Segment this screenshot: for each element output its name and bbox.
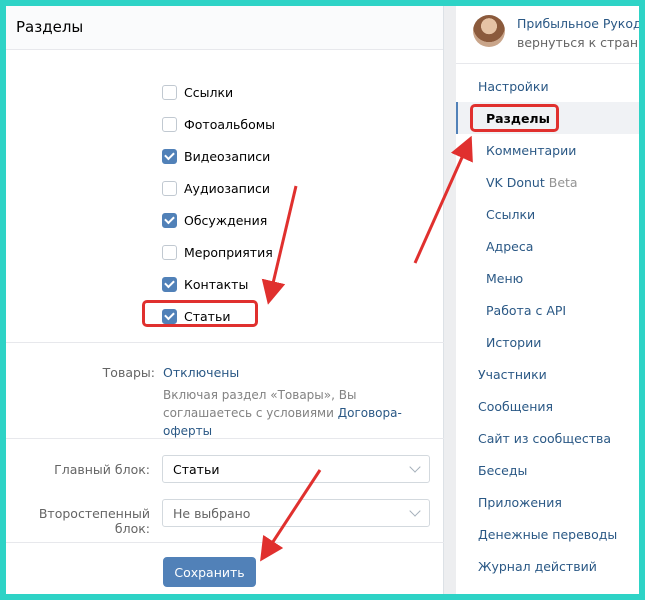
checkbox-label: Мероприятия <box>184 244 273 260</box>
main-block-select[interactable]: Статьи <box>162 455 430 483</box>
sidebar-item-label: Адреса <box>486 238 534 254</box>
section-checkbox-list: Ссылки Фотоальбомы Видеозаписи Аудиозапи… <box>162 76 275 332</box>
checkbox-box[interactable] <box>162 148 177 164</box>
checkbox-box[interactable] <box>162 212 177 228</box>
sections-panel: Разделы Ссылки Фотоальбомы Видеозаписи А… <box>6 6 444 594</box>
community-profile[interactable]: Прибыльное Рукоделие вернуться к страниц… <box>456 6 639 64</box>
goods-status-link[interactable]: Отключены <box>163 365 239 380</box>
avatar[interactable] <box>473 15 505 47</box>
checkbox-label: Видеозаписи <box>184 148 271 164</box>
divider <box>6 438 444 439</box>
goods-label: Товары: <box>102 365 155 380</box>
sidebar-item-label: Сообщения <box>478 398 554 414</box>
checkbox-box[interactable] <box>162 180 177 196</box>
sidebar-item[interactable]: Беседы <box>456 454 639 486</box>
checkbox-discussions[interactable]: Обсуждения <box>162 204 275 236</box>
checkbox-label: Обсуждения <box>184 212 268 228</box>
sidebar-item[interactable]: Журнал действий <box>456 550 639 582</box>
checkbox-videos[interactable]: Видеозаписи <box>162 140 275 172</box>
checkbox-photo-albums[interactable]: Фотоальбомы <box>162 108 275 140</box>
chevron-down-icon <box>409 461 421 473</box>
sidebar-item[interactable]: Ссылки <box>456 198 639 230</box>
panel-title: Разделы <box>6 6 443 50</box>
sidebar-item[interactable]: Работа с API <box>456 294 639 326</box>
checkbox-box[interactable] <box>162 116 177 132</box>
beta-badge: Beta <box>548 174 578 190</box>
sidebar-item-label: Истории <box>486 334 542 350</box>
sidebar-item[interactable]: Сообщения <box>456 390 639 422</box>
sidebar-item[interactable]: Комментарии <box>456 134 639 166</box>
checkbox-audio[interactable]: Аудиозаписи <box>162 172 275 204</box>
sidebar-item-label: Журнал действий <box>478 558 597 574</box>
goods-note-text: Включая раздел «Товары», Вы соглашаетесь… <box>163 388 357 420</box>
sidebar-item-label: Меню <box>486 270 524 286</box>
checkbox-label: Ссылки <box>184 84 234 100</box>
divider <box>6 542 444 543</box>
settings-menu: Настройки Разделы Комментарии VK Donut Beta С… <box>456 70 639 582</box>
sidebar-item[interactable]: Истории <box>456 326 639 358</box>
sidebar-item-label: Работа с API <box>486 302 567 318</box>
back-to-page-link[interactable]: вернуться к странице <box>517 35 639 50</box>
sidebar-item-label: Денежные переводы <box>478 526 618 542</box>
sections-menu-highlight <box>470 104 559 132</box>
checkbox-box[interactable] <box>162 244 177 260</box>
sidebar-item[interactable]: Адреса <box>456 230 639 262</box>
secondary-block-value: Не выбрано <box>173 506 251 521</box>
sidebar-item-label: Приложения <box>478 494 562 510</box>
sidebar-item[interactable]: Приложения <box>456 486 639 518</box>
checkbox-box[interactable] <box>162 84 177 100</box>
checkbox-label: Фотоальбомы <box>184 116 276 132</box>
sidebar-item[interactable]: VK Donut Beta <box>456 166 639 198</box>
screenshot-frame: Разделы Ссылки Фотоальбомы Видеозаписи А… <box>6 6 639 594</box>
sidebar-item-label: Беседы <box>478 462 528 478</box>
sidebar-item[interactable]: Участники <box>456 358 639 390</box>
divider <box>6 342 444 343</box>
settings-sidebar: Прибыльное Рукоделие вернуться к страниц… <box>456 6 639 594</box>
sidebar-item-label: VK Donut <box>486 174 545 190</box>
articles-highlight <box>142 300 258 327</box>
sidebar-item-label: Настройки <box>478 78 549 94</box>
sidebar-item[interactable]: Денежные переводы <box>456 518 639 550</box>
checkbox-contacts[interactable]: Контакты <box>162 268 275 300</box>
save-button[interactable]: Сохранить <box>163 557 256 587</box>
secondary-block-select[interactable]: Не выбрано <box>162 499 430 527</box>
sidebar-item-label: Сайт из сообщества <box>478 430 612 446</box>
checkbox-box[interactable] <box>162 276 177 292</box>
community-name[interactable]: Прибыльное Рукоделие <box>517 16 639 31</box>
sidebar-item[interactable]: Сайт из сообщества <box>456 422 639 454</box>
chevron-down-icon <box>409 505 421 517</box>
sidebar-item-label: Комментарии <box>486 142 577 158</box>
main-block-value: Статьи <box>173 462 220 477</box>
checkbox-events[interactable]: Мероприятия <box>162 236 275 268</box>
sidebar-item-label: Ссылки <box>486 206 536 222</box>
sidebar-item[interactable]: Меню <box>456 262 639 294</box>
checkbox-label: Аудиозаписи <box>184 180 270 196</box>
goods-note: Включая раздел «Товары», Вы соглашаетесь… <box>163 386 433 440</box>
secondary-block-label: Второстепенный блок: <box>38 506 150 536</box>
checkbox-label: Контакты <box>184 276 249 292</box>
sidebar-item[interactable]: Настройки <box>456 70 639 102</box>
checkbox-links[interactable]: Ссылки <box>162 76 275 108</box>
main-block-label: Главный блок: <box>54 462 150 477</box>
sidebar-item-label: Участники <box>478 366 547 382</box>
